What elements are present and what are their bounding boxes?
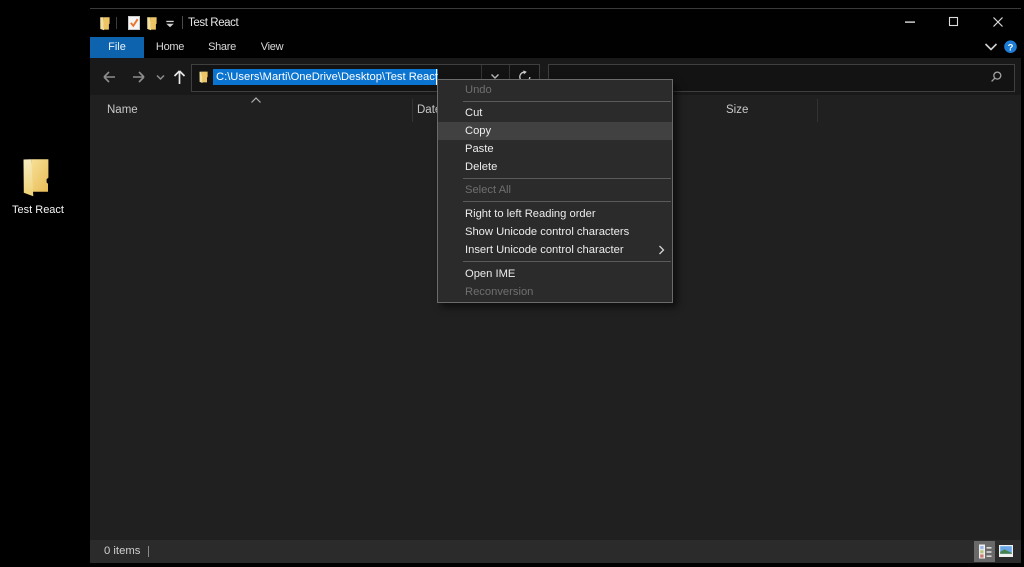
svg-text:?: ? — [1008, 42, 1014, 53]
